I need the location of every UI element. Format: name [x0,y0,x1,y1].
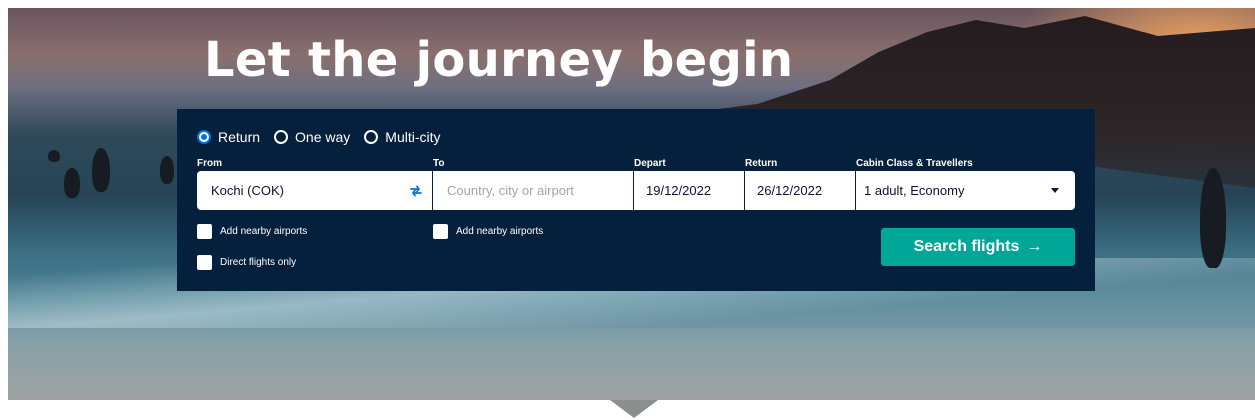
to-placeholder: Country, city or airport [447,183,574,198]
dropdown-caret-icon [1051,188,1059,193]
runner-silhouette [1200,168,1226,268]
trip-type-return[interactable]: Return [197,129,260,145]
flight-search-panel: Return One way Multi-city From To Depart… [177,109,1095,291]
from-value: Kochi (COK) [211,183,284,198]
page-title: Let the journey begin [204,32,794,88]
nearby-airports-from-checkbox[interactable]: Add nearby airports [197,224,307,239]
swimmer-silhouette [92,148,110,192]
return-date-field[interactable]: 26/12/2022 [745,171,855,210]
checkbox-label: Add nearby airports [220,226,308,237]
swimmer-silhouette [48,150,60,162]
from-label: From [197,158,222,169]
nearby-airports-to-checkbox[interactable]: Add nearby airports [433,224,543,239]
search-button-label: Search flights [913,238,1020,255]
return-label: Return [745,158,778,169]
cabin-value: 1 adult, Economy [864,183,965,198]
section-notch [610,400,658,418]
radio-selected-icon[interactable] [197,130,211,144]
to-label: To [433,158,445,169]
cabin-label: Cabin Class & Travellers [856,158,973,169]
trip-type-multi-city[interactable]: Multi-city [364,129,441,145]
checkbox-box[interactable] [433,224,448,239]
depart-value: 19/12/2022 [646,183,712,198]
trip-type-label: Return [218,129,261,145]
depart-label: Depart [634,158,666,169]
from-field[interactable]: Kochi (COK) [197,171,432,210]
return-value: 26/12/2022 [757,183,823,198]
checkbox-label: Direct flights only [220,257,297,268]
depart-date-field[interactable]: 19/12/2022 [634,171,744,210]
swimmer-silhouette [64,168,80,198]
search-flights-button[interactable]: Search flights → [881,228,1075,266]
swap-arrows-icon[interactable] [408,183,424,199]
trip-type-label: Multi-city [385,129,441,145]
swimmer-silhouette [160,156,174,184]
cabin-travellers-select[interactable]: 1 adult, Economy [856,171,1075,210]
radio-unselected-icon[interactable] [364,130,379,144]
trip-type-one-way[interactable]: One way [274,129,350,145]
radio-unselected-icon[interactable] [274,130,289,144]
trip-type-label: One way [295,129,351,145]
to-field[interactable]: Country, city or airport [433,171,633,210]
direct-flights-checkbox[interactable]: Direct flights only [197,255,296,270]
checkbox-box[interactable] [197,224,212,239]
checkbox-box[interactable] [197,255,212,270]
trip-type-selector: Return One way Multi-city [197,129,455,145]
arrow-right-icon: → [1026,238,1043,255]
checkbox-label: Add nearby airports [456,226,544,237]
shore-foam [8,328,1255,400]
